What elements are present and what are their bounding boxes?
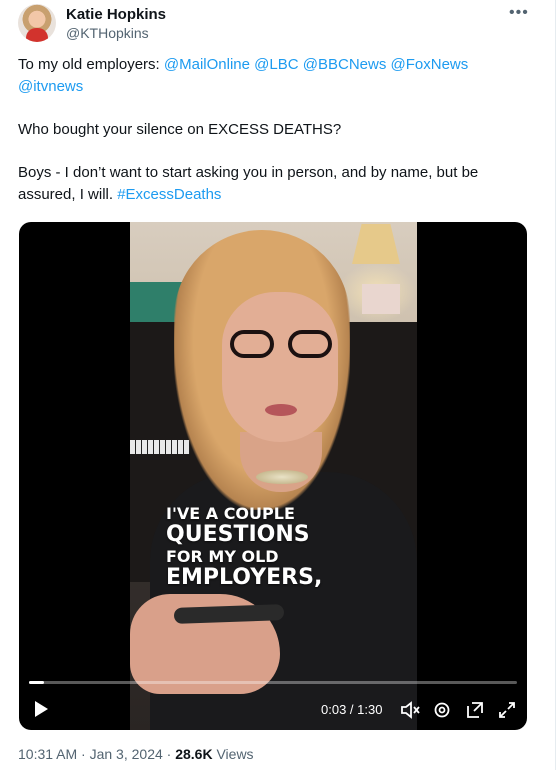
hashtag-excessdeaths[interactable]: #ExcessDeaths (117, 186, 221, 203)
tweet-text-line1: To my old employers: @MailOnline @LBC @B… (18, 54, 528, 98)
mention-lbc[interactable]: @LBC (254, 56, 298, 73)
video-progress-fill (29, 681, 44, 684)
mention-mailonline[interactable]: @MailOnline (164, 56, 250, 73)
play-icon[interactable] (33, 700, 49, 723)
picture-in-picture-icon[interactable] (466, 701, 484, 724)
tweet-text-line3b: assured, I will. (18, 186, 118, 203)
tweet-text-prefix: To my old employers: (18, 56, 164, 73)
video-frame[interactable]: I'VE A COUPLE QUESTIONS FOR MY OLD EMPLO… (130, 222, 417, 730)
tweet-card: Katie Hopkins @KTHopkins ••• To my old e… (0, 0, 556, 770)
author-handle[interactable]: @KTHopkins (66, 25, 149, 41)
mention-bbcnews[interactable]: @BBCNews (303, 56, 387, 73)
fullscreen-icon[interactable] (498, 701, 516, 724)
tweet-timestamp[interactable]: 10:31 AM · Jan 3, 2024 · (18, 746, 175, 762)
video-time: 0:03 / 1:30 (321, 702, 383, 717)
tweet-text-line3: Boys - I don’t want to start asking you … (18, 162, 528, 206)
tweet-text-line2: Who bought your silence on EXCESS DEATHS… (18, 121, 342, 138)
views-count: 28.6K (175, 746, 213, 762)
author-name[interactable]: Katie Hopkins (66, 6, 166, 23)
video-caption-line2: QUESTIONS (166, 522, 310, 547)
video-caption-line3: FOR MY OLD (166, 547, 279, 566)
video-player[interactable]: I'VE A COUPLE QUESTIONS FOR MY OLD EMPLO… (19, 222, 527, 730)
video-caption-line1: I'VE A COUPLE (166, 504, 295, 523)
more-horizontal-icon[interactable]: ••• (509, 4, 529, 22)
tweet-text-line3a: Boys - I don’t want to start asking you … (18, 164, 479, 181)
tweet-footer: 10:31 AM · Jan 3, 2024 · 28.6K Views (18, 746, 254, 762)
video-caption-line4: EMPLOYERS, (166, 565, 323, 590)
settings-icon[interactable] (433, 701, 451, 724)
avatar[interactable] (18, 4, 56, 42)
mute-icon[interactable] (400, 701, 420, 724)
video-progress-bar[interactable] (29, 681, 517, 684)
mention-foxnews[interactable]: @FoxNews (391, 56, 469, 73)
views-label: Views (212, 746, 254, 762)
mention-itvnews[interactable]: @itvnews (18, 78, 83, 95)
